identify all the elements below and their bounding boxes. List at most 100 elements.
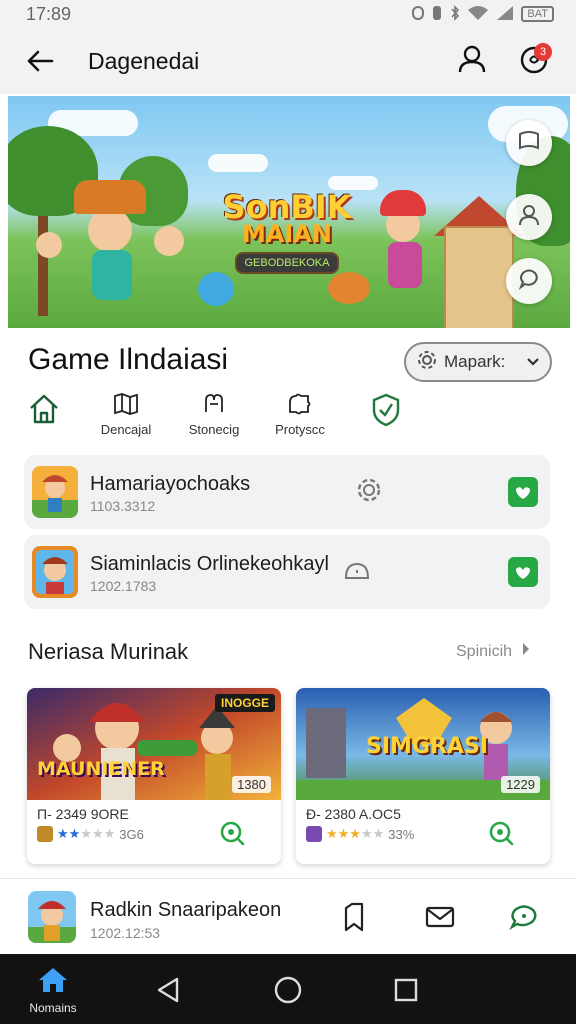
list-item-subtitle: 1103.3312 <box>90 498 156 514</box>
list-item[interactable]: Radkin Snaaripakeon 1202.12:53 <box>0 878 576 954</box>
back-arrow-icon[interactable] <box>20 41 60 81</box>
hero-bookmark-button[interactable] <box>506 120 552 166</box>
nav-home-icon[interactable] <box>270 972 306 1008</box>
game-card[interactable]: INOGGE MAUNIENER 1380 Π- 2349 9ORE ★★★★★… <box>27 688 281 864</box>
list-item-subtitle: 1202.12:53 <box>90 925 161 941</box>
see-more-link[interactable]: Spinicih <box>456 642 530 661</box>
category-home[interactable] <box>6 392 82 432</box>
game-card-art: INOGGE MAUNIENER 1380 <box>27 688 281 800</box>
signal-icon <box>496 5 514 24</box>
girl-character-body <box>388 242 422 288</box>
notifications-button[interactable]: 3 <box>512 39 556 83</box>
game-card-meta: Π- 2349 9ORE <box>37 806 129 822</box>
hero-chat-button[interactable] <box>506 258 552 304</box>
puzzle-icon <box>286 392 314 421</box>
search-icon[interactable] <box>219 820 245 846</box>
chat-icon <box>517 267 541 296</box>
gear-icon[interactable] <box>354 475 384 505</box>
list-item-title: Hamariayochoaks <box>90 473 251 495</box>
rating-text: 3G6 <box>119 826 144 842</box>
profile-icon <box>517 203 541 232</box>
home-icon <box>27 392 61 431</box>
section-title: Game Ilndaiasi <box>28 343 229 376</box>
game-card-art-title: MAUNIENER <box>37 758 165 780</box>
home-icon <box>37 966 69 999</box>
vibrate-icon <box>431 5 443 24</box>
rating-stars: ★★★★★ <box>57 826 116 841</box>
category-stonecig[interactable]: Stonecig <box>176 392 252 437</box>
hero-character-hat <box>74 180 146 214</box>
game-card-rating: ★★★★★ 3G6 <box>37 826 144 842</box>
tab-home[interactable]: Nomains <box>18 966 88 1015</box>
account-button[interactable] <box>450 39 494 83</box>
list-item-title: Radkin Snaaripakeon <box>90 899 282 921</box>
chevron-down-icon <box>526 352 540 372</box>
app-bar: Dagenedai 3 <box>0 28 576 94</box>
game-card-badge: INOGGE <box>214 694 275 712</box>
hero-character-head <box>88 208 132 252</box>
status-time: 17:89 <box>26 3 72 24</box>
nav-recents-icon[interactable] <box>388 972 424 1008</box>
list-item-title: Siaminlacis Orlinekeohkayl <box>90 553 329 575</box>
category-verified[interactable] <box>348 392 424 434</box>
alarm-icon <box>412 5 425 24</box>
hero-profile-button[interactable] <box>506 194 552 240</box>
wifi-icon <box>467 5 489 24</box>
game-thumbnail <box>28 891 76 943</box>
checkbox-checked-icon[interactable] <box>508 477 538 507</box>
mail-icon[interactable] <box>424 901 456 933</box>
tab-home-label: Nomains <box>29 1001 77 1015</box>
featured-section-title: Neriasa Murinak <box>28 639 189 664</box>
filter-dropdown[interactable]: Mapark: <box>404 342 552 382</box>
game-mini-icon <box>306 826 322 842</box>
filter-label: Mapark: <box>444 352 506 371</box>
bookmark-icon[interactable] <box>338 901 370 933</box>
orange-monster <box>328 272 370 304</box>
girl-character-hair <box>380 190 426 216</box>
cloud-decoration <box>208 154 268 172</box>
category-label: Dencajal <box>100 422 152 437</box>
side-character <box>154 226 184 256</box>
page-title: Dagenedai <box>88 47 200 74</box>
blue-monster <box>198 272 234 306</box>
category-protyscc[interactable]: Protyscc <box>262 392 338 437</box>
game-card-count: 1380 <box>232 776 271 793</box>
hero-banner[interactable]: SonBIK MAIAN GEBODBEKOKA <box>8 96 570 328</box>
game-card-rating: ★★★★★ 33% <box>306 826 414 842</box>
status-bar: 17:89 BAT <box>0 0 576 28</box>
rating-text: 33% <box>388 826 415 842</box>
hero-character-body <box>92 250 132 300</box>
game-card-art: SIMGRASI 1229 <box>296 688 550 800</box>
game-card-art-title: SIMGRASI <box>366 734 488 759</box>
game-mini-icon <box>37 826 53 842</box>
chevron-right-icon <box>522 642 530 661</box>
checkbox-checked-icon[interactable] <box>508 557 538 587</box>
search-icon[interactable] <box>488 820 514 846</box>
category-label: Stonecig <box>188 422 240 437</box>
chat-icon[interactable] <box>508 901 540 933</box>
list-item[interactable]: Hamariayochoaks 1103.3312 <box>24 455 550 529</box>
category-row: Dencajal Stonecig Protyscc <box>20 392 420 442</box>
list-item[interactable]: Siaminlacis Orlinekeohkayl 1202.1783 <box>24 535 550 609</box>
side-character <box>36 232 62 258</box>
cloud-icon[interactable] <box>342 555 372 585</box>
hero-logo-subtitle: MAIAN <box>241 220 333 248</box>
clock-tower <box>444 226 514 328</box>
notification-badge: 3 <box>534 43 552 61</box>
category-dencajal[interactable]: Dencajal <box>88 392 164 437</box>
nav-back-icon[interactable] <box>150 972 186 1008</box>
user-icon <box>457 44 487 79</box>
list-item-subtitle: 1202.1783 <box>90 578 157 594</box>
shield-check-icon <box>370 392 402 433</box>
controller-icon <box>200 392 228 421</box>
rating-stars: ★★★★★ <box>326 826 385 841</box>
bluetooth-icon <box>450 4 460 24</box>
system-navigation-bar: Nomains <box>0 954 576 1024</box>
game-thumbnail <box>32 546 78 598</box>
gear-icon <box>416 349 438 376</box>
status-icons: BAT <box>412 4 554 24</box>
battery-icon: BAT <box>521 6 554 22</box>
bookmark-icon <box>517 130 541 157</box>
game-card[interactable]: SIMGRASI 1229 Đ- 2380 A.OC5 ★★★★★ 33% <box>296 688 550 864</box>
see-more-label: Spinicih <box>456 642 513 660</box>
